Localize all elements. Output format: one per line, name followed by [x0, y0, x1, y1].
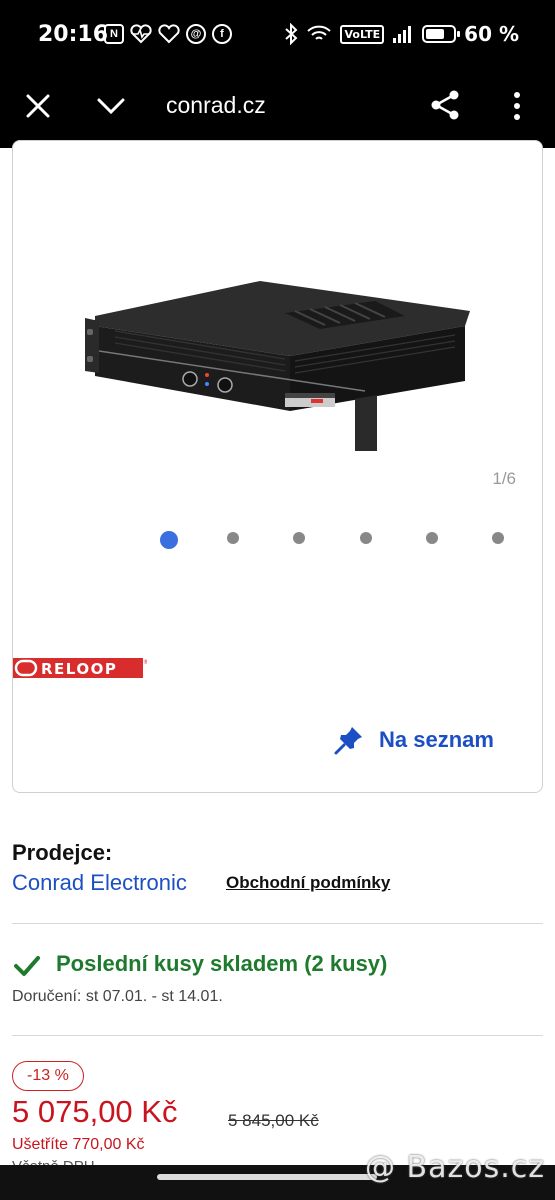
seller-name-link[interactable]: Conrad Electronic [12, 870, 187, 896]
svg-text:®: ® [143, 659, 147, 666]
savings-text: Ušetříte 770,00 Kč [12, 1136, 145, 1153]
image-counter: 1/6 [492, 469, 516, 488]
old-price: 5 845,00 Kč [228, 1111, 319, 1130]
home-indicator[interactable] [157, 1174, 377, 1180]
reloop-brand-logo[interactable]: RELOOP ® [13, 657, 147, 679]
browser-toolbar: conrad.cz [0, 72, 555, 148]
signal-icon [393, 26, 412, 43]
discount-badge: -13 % [12, 1061, 84, 1091]
threads-icon: @ [186, 24, 206, 44]
battery-icon [422, 25, 461, 43]
product-gallery-card: 1/6 RELOOP ® Na seznam [12, 140, 543, 793]
gallery-dot-3[interactable] [293, 532, 305, 544]
close-icon[interactable] [22, 90, 54, 122]
heart-rate-icon [130, 24, 152, 44]
bluetooth-icon [285, 23, 298, 45]
gallery-dot-2[interactable] [227, 532, 239, 544]
chevron-down-icon[interactable] [94, 90, 128, 122]
share-icon[interactable] [428, 88, 462, 122]
delivery-date: Doručení: st 07.01. - st 14.01. [12, 988, 223, 1005]
battery-level: 60 % [464, 22, 519, 46]
pin-icon [334, 727, 362, 755]
check-icon [14, 956, 40, 976]
add-to-list-label: Na seznam [379, 727, 494, 752]
notification-icons: N @ f [104, 24, 232, 44]
system-indicators: VoLTE 60 % [284, 22, 519, 46]
heart-icon [158, 24, 180, 44]
facebook-icon: f [212, 24, 232, 44]
gallery-dot-6[interactable] [492, 532, 504, 544]
more-options-icon[interactable] [505, 88, 529, 124]
current-price: 5 075,00 Kč [12, 1094, 178, 1129]
divider [12, 923, 543, 924]
seller-label: Prodejce: [12, 840, 113, 865]
volte-badge: VoLTE [340, 24, 385, 44]
url-title[interactable]: conrad.cz [166, 92, 266, 119]
brand-name: RELOOP [41, 660, 117, 678]
gallery-dot-1[interactable] [160, 531, 178, 549]
clock: 20:16 [38, 22, 109, 47]
wifi-icon [307, 25, 332, 40]
nfc-icon: N [104, 24, 124, 44]
gallery-dot-5[interactable] [426, 532, 438, 544]
add-to-list-button[interactable]: Na seznam [333, 724, 494, 756]
terms-link[interactable]: Obchodní podmínky [226, 873, 390, 893]
watermark: @ Bazos.cz [364, 1150, 545, 1185]
divider [12, 1035, 543, 1036]
status-bar: 20:16 N @ f VoLTE 60 % [0, 0, 555, 72]
stock-status: Poslední kusy skladem (2 kusy) [56, 951, 388, 976]
gallery-dot-4[interactable] [360, 532, 372, 544]
product-image[interactable] [85, 281, 485, 456]
